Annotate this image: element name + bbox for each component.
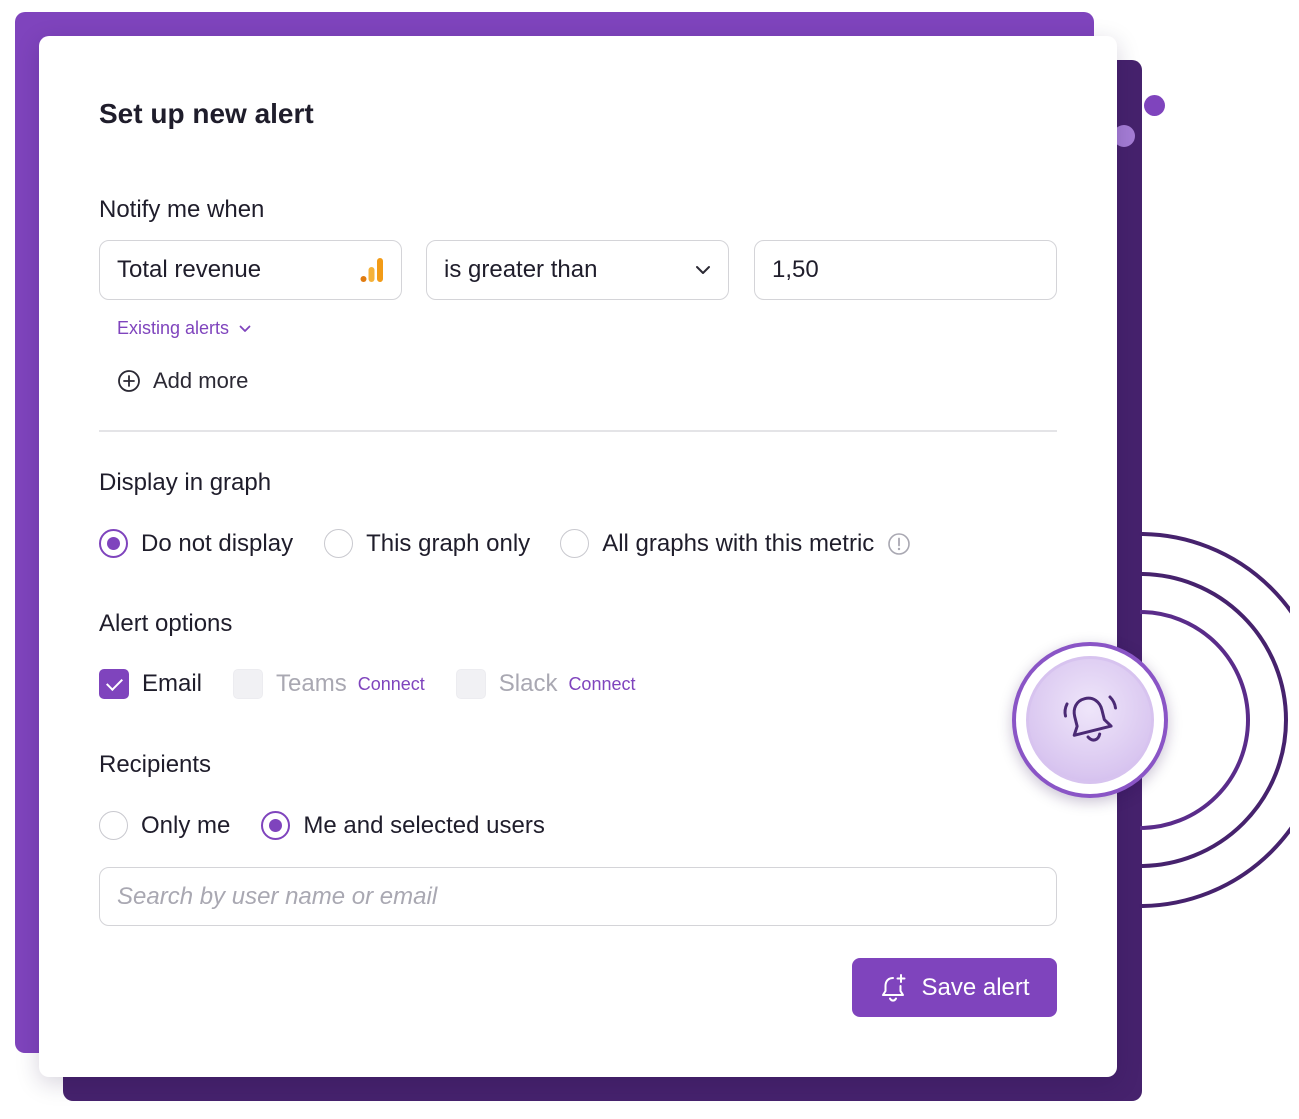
checkbox-label: Email (142, 670, 203, 697)
radio-me-and-selected[interactable]: Me and selected users (261, 811, 545, 840)
checkbox-teams[interactable]: Teams Connect (233, 669, 425, 699)
existing-alerts-label: Existing alerts (117, 318, 230, 338)
plus-circle-icon (118, 370, 140, 392)
checkbox[interactable] (99, 669, 129, 699)
radio-this-graph-only[interactable]: This graph only (324, 529, 530, 558)
bar-chart-icon (360, 258, 383, 282)
checkbox-email[interactable]: Email (99, 669, 202, 699)
metric-select[interactable]: Total revenue (99, 240, 402, 300)
condition-select[interactable]: is greater than (426, 240, 729, 300)
chevron-down-icon (239, 325, 251, 332)
add-more-label: Add more (153, 368, 249, 393)
bell-plus-icon (882, 973, 906, 1002)
checkbox-slack[interactable]: Slack Connect (455, 669, 635, 699)
radio-label: All graphs with this metric (602, 529, 875, 557)
radio-button[interactable] (99, 529, 128, 558)
bell-badge-inner (1026, 656, 1154, 784)
bell-ringing-icon (1063, 695, 1117, 742)
radio-button[interactable] (560, 529, 590, 558)
radio-all-graphs[interactable]: All graphs with this metric (560, 529, 911, 558)
display-label: Display in graph (99, 469, 272, 496)
checkbox[interactable] (233, 669, 264, 699)
radio-do-not-display[interactable]: Do not display (99, 529, 293, 558)
radio-button[interactable] (99, 811, 128, 840)
slack-connect-link[interactable]: Connect (568, 674, 635, 695)
checkbox-label: Slack (498, 670, 558, 697)
alert-options-label: Alert options (99, 610, 233, 637)
save-alert-button[interactable]: Save alert (852, 958, 1057, 1017)
info-icon[interactable] (887, 532, 911, 556)
radio-only-me[interactable]: Only me (99, 811, 230, 840)
radio-button[interactable] (324, 529, 354, 558)
radio-label: Do not display (141, 529, 294, 557)
display-radio-group: Do not display This graph only All graph… (99, 529, 911, 558)
alert-options-group: Email Teams Connect Slack Connect (99, 669, 635, 699)
save-alert-label: Save alert (921, 973, 1030, 1001)
recipients-label: Recipients (99, 751, 212, 778)
checkbox-label: Teams (276, 670, 347, 697)
dialog-title: Set up new alert (99, 98, 314, 129)
add-more-button[interactable]: Add more (117, 368, 248, 394)
notify-label: Notify me when (99, 196, 265, 223)
recipients-radio-group: Only me Me and selected users (99, 811, 545, 840)
radio-button[interactable] (261, 811, 291, 840)
radio-label: Only me (141, 811, 231, 839)
section-divider (99, 430, 1057, 432)
checkbox[interactable] (455, 669, 486, 699)
chevron-down-icon (696, 266, 710, 274)
decor-dot (1144, 95, 1165, 116)
radio-label: This graph only (366, 529, 531, 557)
radio-label: Me and selected users (303, 811, 545, 839)
bell-badge (1012, 642, 1168, 798)
alert-dialog: Set up new alert Notify me when Total re… (39, 36, 1117, 1077)
threshold-value: 1,50 (772, 256, 819, 283)
existing-alerts-toggle[interactable]: Existing alerts (117, 318, 251, 339)
threshold-input[interactable]: 1,50 (754, 240, 1057, 300)
user-search-input[interactable] (99, 867, 1057, 926)
metric-value: Total revenue (117, 256, 262, 283)
condition-value: is greater than (444, 256, 598, 283)
teams-connect-link[interactable]: Connect (358, 674, 425, 695)
